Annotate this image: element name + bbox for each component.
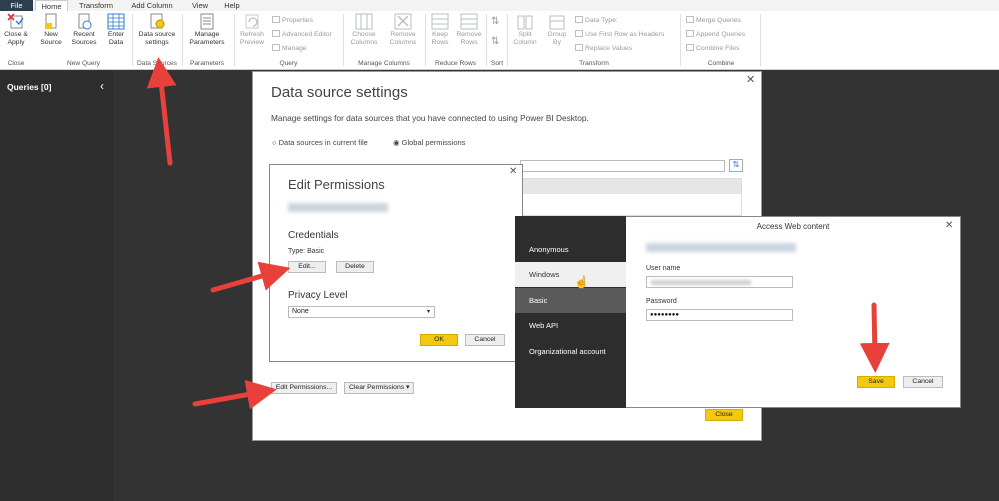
arrow-to-edit-button [210, 261, 291, 293]
arrow-to-edit-permissions [192, 379, 277, 410]
annotation-arrows [146, 57, 890, 410]
arrow-to-save-button [859, 302, 890, 373]
arrow-to-data-source-settings [146, 57, 177, 166]
